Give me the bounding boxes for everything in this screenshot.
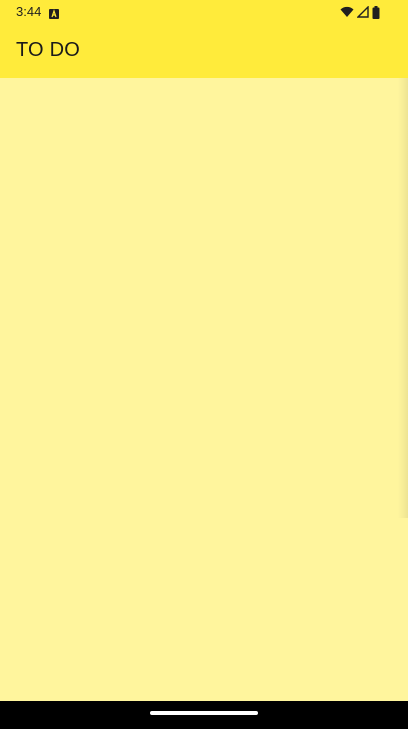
screen: 3:44 TO DO (0, 0, 408, 729)
page-title: TO DO (16, 39, 80, 61)
status-bar: 3:44 (0, 0, 408, 24)
edge-shadow (398, 78, 408, 518)
wifi-icon (340, 6, 354, 18)
app-bar: TO DO (0, 24, 408, 78)
status-icons (340, 5, 380, 19)
battery-icon (372, 5, 380, 19)
cellular-signal-icon (357, 6, 369, 18)
todo-list-area[interactable] (0, 78, 408, 701)
home-gesture-handle[interactable] (150, 711, 258, 715)
notification-a-icon (49, 6, 59, 19)
status-time: 3:44 (16, 4, 42, 19)
navigation-bar (0, 701, 408, 729)
